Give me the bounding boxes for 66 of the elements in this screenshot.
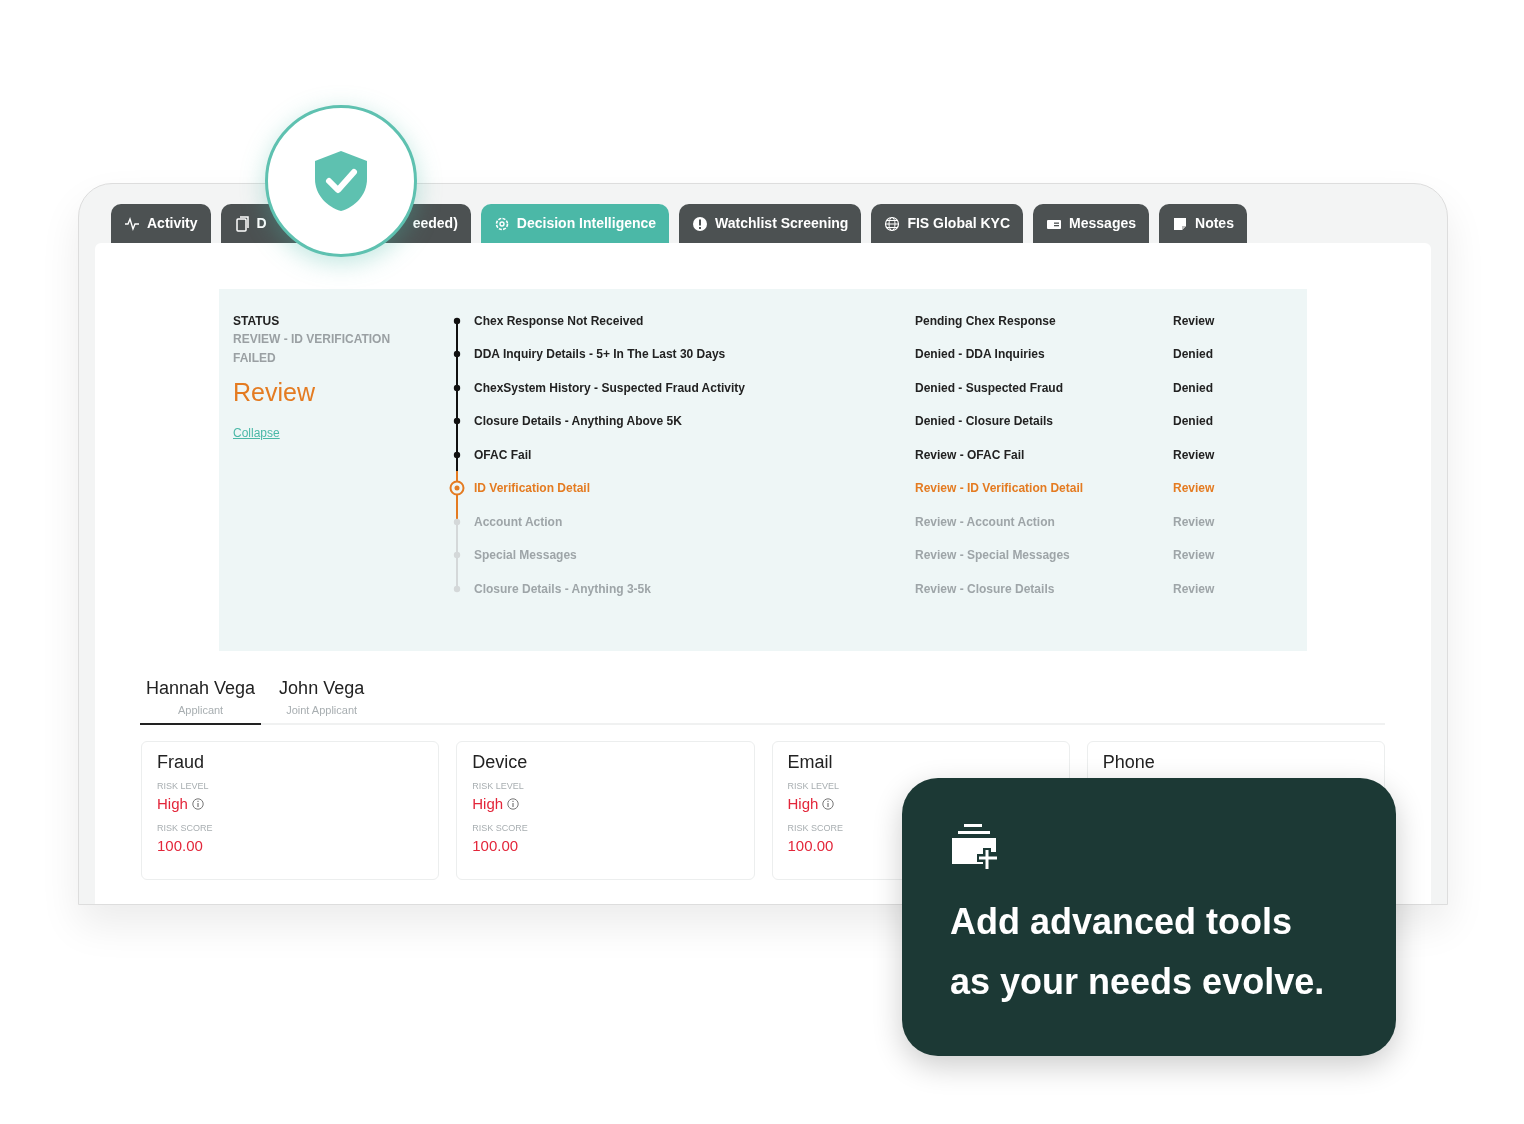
- step-outcome: Denied: [1173, 413, 1213, 431]
- field-label: RISK LEVEL: [787, 779, 841, 793]
- step-outcome: Denied: [1173, 379, 1213, 397]
- note-icon: [1172, 215, 1188, 232]
- info-icon[interactable]: [191, 798, 204, 811]
- tab[interactable]: FIS Global KYC: [871, 204, 1024, 243]
- step-outcome: Review: [1173, 446, 1215, 464]
- step-name: Account Action: [474, 513, 564, 531]
- callout-text: as your needs evolve.: [950, 960, 1326, 1004]
- risk-score-value: 100.00: [157, 836, 204, 856]
- step-name: Special Messages: [474, 547, 578, 565]
- tab[interactable]: Watchlist Screening: [679, 204, 862, 243]
- step-outcome: Review: [1173, 580, 1215, 598]
- step-name: Closure Details - Anything 3-5k: [474, 580, 652, 598]
- info-icon[interactable]: [822, 798, 835, 811]
- step-outcome: Denied: [1173, 346, 1213, 364]
- step-outcome: Review: [1173, 513, 1215, 531]
- applicant-tab[interactable]: John Vega Joint Applicant: [273, 675, 371, 723]
- gear-icon: [493, 215, 510, 232]
- step-result: Denied - DDA Inquiries: [915, 346, 1046, 364]
- risk-score-value: 100.00: [787, 836, 835, 856]
- tab[interactable]: Notes: [1159, 204, 1247, 243]
- step-outcome: Review: [1173, 312, 1215, 330]
- step-result: Denied - Closure Details: [915, 413, 1055, 431]
- card-title: Phone: [1102, 750, 1156, 774]
- step-result: Review - Account Action: [915, 513, 1056, 531]
- step-outcome: Review: [1173, 480, 1215, 498]
- field-label: RISK SCORE: [472, 821, 529, 835]
- alert-icon: [692, 215, 709, 232]
- field-label: RISK LEVEL: [157, 779, 210, 793]
- step-name: ChexSystem History - Suspected Fraud Activity: [474, 379, 746, 397]
- step-name: Closure Details - Anything Above 5K: [474, 413, 683, 431]
- step-name: ID Verification Detail: [474, 480, 592, 498]
- step-result: Pending Chex Response: [915, 312, 1057, 330]
- field-label: RISK SCORE: [157, 821, 214, 835]
- step-name: DDA Inquiry Details - 5+ In The Last 30 Days: [474, 346, 727, 364]
- field-label: RISK SCORE: [787, 821, 844, 835]
- tab[interactable]: Activity: [111, 204, 211, 243]
- risk-level-value: High: [472, 794, 504, 814]
- tab[interactable]: Messages: [1033, 204, 1149, 243]
- risk-score-value: 100.00: [472, 836, 520, 856]
- step-name: Chex Response Not Received: [474, 312, 645, 330]
- shield-check-icon: [313, 149, 369, 213]
- step-result: Review - Closure Details: [915, 580, 1056, 598]
- document-icon: [233, 215, 250, 232]
- card-title: Device: [472, 750, 529, 774]
- status-detail: REVIEW - ID VERIFICATION FAILED: [233, 331, 392, 367]
- decision-text: Review: [233, 377, 316, 408]
- card-title: Email: [787, 750, 834, 774]
- pulse-icon: [124, 215, 140, 232]
- status-heading: STATUS: [233, 313, 281, 330]
- step-result: Review - ID Verification Detail: [915, 480, 1085, 498]
- card-title: Fraud: [157, 750, 206, 774]
- field-label: RISK LEVEL: [472, 779, 525, 793]
- applicant-tab[interactable]: Hannah Vega Applicant: [140, 675, 262, 725]
- step-outcome: Review: [1173, 547, 1215, 565]
- globe-icon: [884, 215, 901, 232]
- step-result: Denied - Suspected Fraud: [915, 379, 1065, 397]
- risk-level-value: High: [157, 794, 188, 814]
- step-result: Review - Special Messages: [915, 547, 1071, 565]
- step-result: Review - OFAC Fail: [915, 446, 1026, 464]
- risk-level-value: High: [787, 794, 819, 814]
- callout-text: Add advanced tools: [950, 900, 1294, 944]
- add-tool-icon: [952, 824, 998, 870]
- info-icon[interactable]: [507, 798, 520, 811]
- step-name: OFAC Fail: [474, 446, 533, 464]
